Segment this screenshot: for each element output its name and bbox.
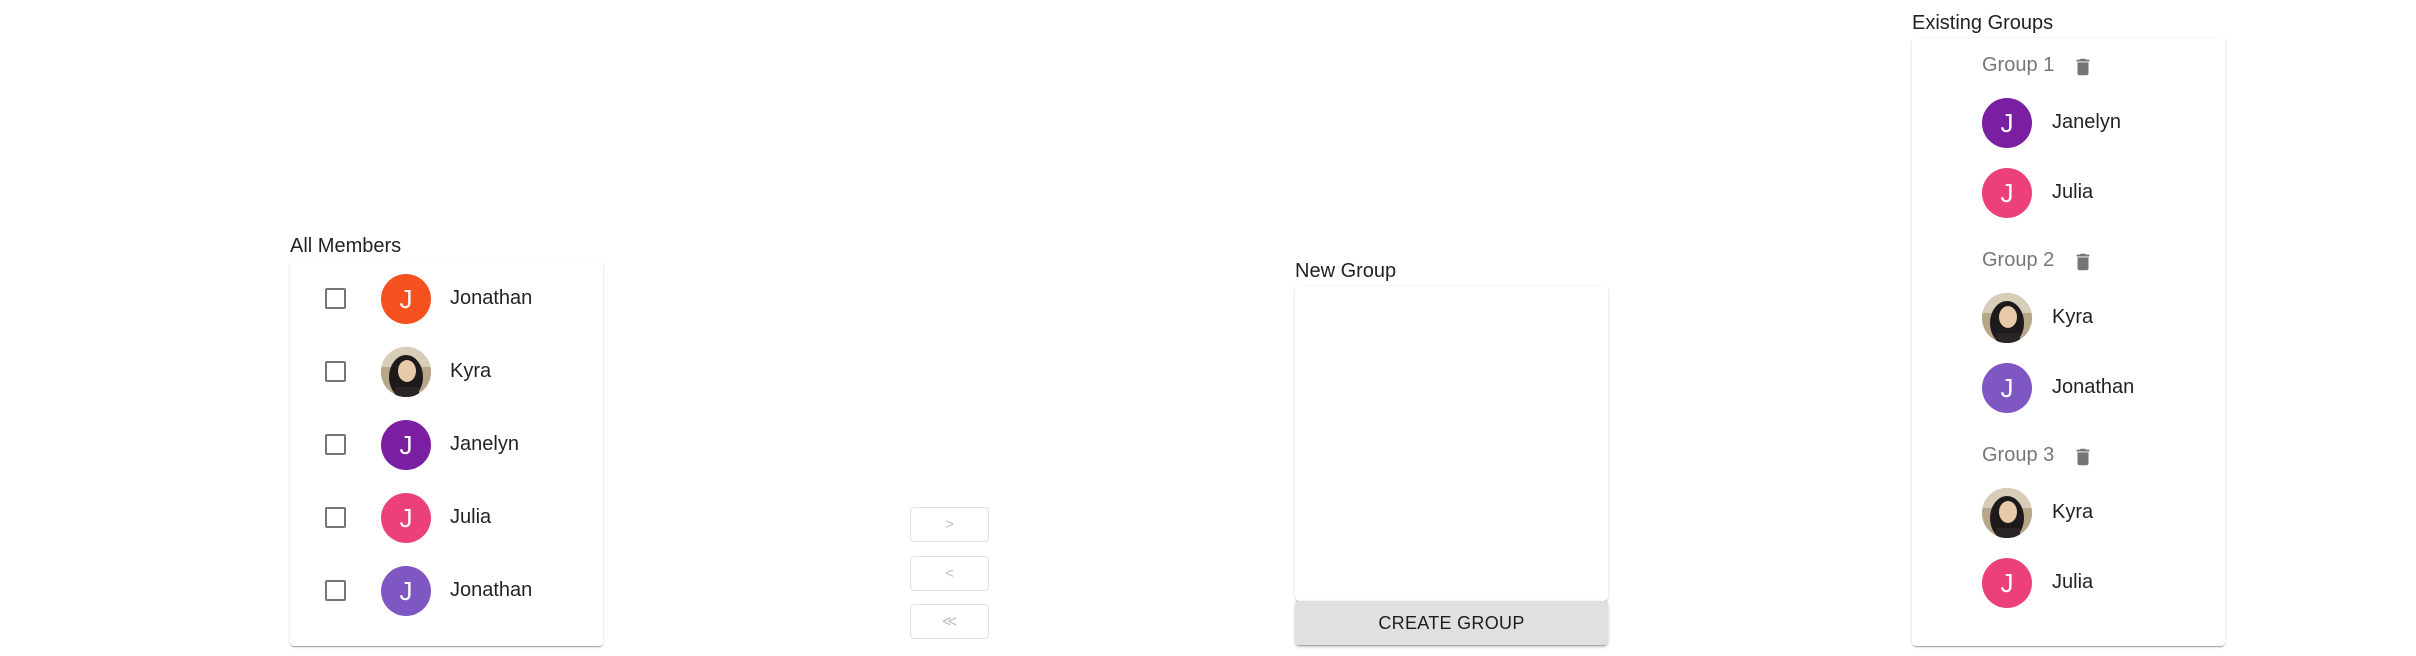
existing-groups-list: Group 1 J Janelyn J Julia Group 2 Kyra J Jonatha… xyxy=(1912,38,2225,646)
list-item[interactable]: J Jonathan xyxy=(290,263,603,336)
group-member-item: J Jonathan xyxy=(1982,358,2212,418)
avatar xyxy=(1982,293,2032,343)
avatar: J xyxy=(1982,98,2032,148)
trash-icon[interactable] xyxy=(2072,445,2094,469)
member-name: Julia xyxy=(2052,181,2094,203)
member-name: Jonathan xyxy=(2052,376,2135,398)
list-item[interactable]: J Janelyn xyxy=(290,409,603,482)
avatar: J xyxy=(381,493,431,543)
member-name: Janelyn xyxy=(2052,111,2121,133)
avatar: J xyxy=(381,566,431,616)
group-name: Group 1 xyxy=(1982,54,2055,76)
group-header: Group 3 xyxy=(1982,436,2182,476)
group-member-item: Kyra xyxy=(1982,288,2212,348)
existing-groups-title: Existing Groups xyxy=(1912,12,2054,34)
member-checkbox[interactable] xyxy=(325,288,346,309)
member-name: Julia xyxy=(450,506,492,528)
group-member-item: Kyra xyxy=(1982,483,2212,543)
member-name: Julia xyxy=(2052,571,2094,593)
avatar xyxy=(1982,488,2032,538)
group-header: Group 2 xyxy=(1982,241,2182,281)
new-group-title: New Group xyxy=(1295,260,1397,282)
member-name: Jonathan xyxy=(450,287,533,309)
avatar: J xyxy=(381,420,431,470)
avatar: J xyxy=(1982,558,2032,608)
all-members-title: All Members xyxy=(290,235,402,257)
member-name: Jonathan xyxy=(450,579,533,601)
move-right-button[interactable]: > xyxy=(910,507,989,542)
new-group-list xyxy=(1295,286,1608,601)
member-name: Kyra xyxy=(2052,501,2094,523)
list-item[interactable]: J Jonathan xyxy=(290,555,603,628)
group-name: Group 2 xyxy=(1982,249,2055,271)
avatar: J xyxy=(1982,363,2032,413)
move-all-left-button[interactable]: ≪ xyxy=(910,604,989,639)
avatar: J xyxy=(381,274,431,324)
list-item[interactable]: J Julia xyxy=(290,482,603,555)
group-member-item: J Julia xyxy=(1982,553,2212,613)
group-name: Group 3 xyxy=(1982,444,2055,466)
list-item[interactable]: Kyra xyxy=(290,336,603,409)
group-member-item: J Janelyn xyxy=(1982,93,2212,153)
member-name: Kyra xyxy=(450,360,492,382)
member-name: Janelyn xyxy=(450,433,519,455)
group-member-item: J Julia xyxy=(1982,163,2212,223)
member-checkbox[interactable] xyxy=(325,580,346,601)
create-group-button[interactable]: CREATE GROUP xyxy=(1295,601,1608,645)
move-left-button[interactable]: < xyxy=(910,556,989,591)
group-header: Group 1 xyxy=(1982,46,2182,86)
member-checkbox[interactable] xyxy=(325,361,346,382)
avatar xyxy=(381,347,431,397)
trash-icon[interactable] xyxy=(2072,250,2094,274)
member-checkbox[interactable] xyxy=(325,434,346,455)
avatar: J xyxy=(1982,168,2032,218)
trash-icon[interactable] xyxy=(2072,55,2094,79)
all-members-list: J Jonathan Kyra J Janelyn J Julia J Jonathan xyxy=(290,263,603,646)
member-name: Kyra xyxy=(2052,306,2094,328)
member-checkbox[interactable] xyxy=(325,507,346,528)
